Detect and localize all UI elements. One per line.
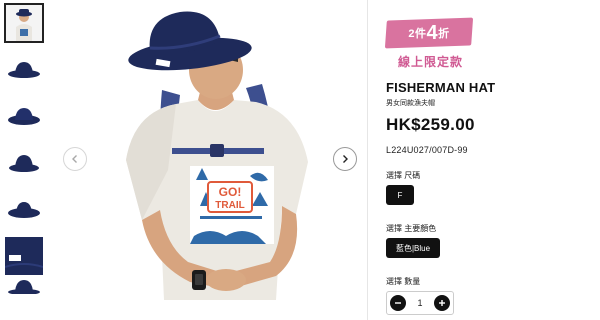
plus-icon xyxy=(438,300,445,306)
minus-icon xyxy=(395,302,401,304)
product-info-panel: 2件4折 線上限定款 FISHERMAN HAT 男女同款漁夫帽 HK$259.… xyxy=(368,0,600,320)
chevron-left-icon xyxy=(72,155,77,163)
thumbnail-list xyxy=(0,0,50,320)
quantity-label: 選擇 數量 xyxy=(386,277,421,286)
hat-top-thumbnail-icon xyxy=(8,202,40,218)
online-only-label: 線上限定款 xyxy=(398,55,464,69)
product-image-stage: GO! TRAIL xyxy=(50,0,368,320)
thumbnail-hat-side[interactable] xyxy=(4,49,44,89)
hat-side-thumbnail-icon xyxy=(8,62,40,78)
promo-badge: 2件4折 xyxy=(384,17,474,51)
quantity-value[interactable]: 1 xyxy=(417,298,422,308)
product-title: FISHERMAN HAT xyxy=(386,80,496,95)
quantity-stepper: 1 xyxy=(386,291,454,315)
thumbnail-hat-detail[interactable] xyxy=(4,236,44,276)
quantity-decrease-button[interactable] xyxy=(390,295,406,311)
thumbnail-model-photo[interactable] xyxy=(4,3,44,43)
promo-suffix: 折 xyxy=(438,28,450,40)
hat-detail-thumbnail-icon xyxy=(5,237,43,275)
product-price: HK$259.00 xyxy=(386,115,475,134)
promo-number: 4 xyxy=(426,22,439,44)
chevron-right-icon xyxy=(343,155,348,163)
previous-image-button[interactable] xyxy=(63,147,87,171)
color-label: 選擇 主要顏色 xyxy=(386,224,437,233)
promo-prefix: 2件 xyxy=(408,28,427,40)
quantity-increase-button[interactable] xyxy=(433,295,450,311)
size-option-button[interactable]: F xyxy=(386,185,414,205)
next-image-button[interactable] xyxy=(333,147,357,171)
thumbnail-hat-partial[interactable] xyxy=(4,280,44,294)
shirt-print-text-line1: GO! xyxy=(219,185,242,199)
thumbnail-hat-front[interactable] xyxy=(4,96,44,136)
hat-partial-thumbnail-icon xyxy=(8,280,40,294)
model-wearing-hat-photo: GO! TRAIL xyxy=(126,11,308,300)
model-photo-thumbnail-icon xyxy=(6,5,42,41)
shirt-print-text-line2: TRAIL xyxy=(215,200,244,211)
thumbnail-hat-back[interactable] xyxy=(4,143,44,183)
thumbnail-hat-top[interactable] xyxy=(4,189,44,229)
promo-text: 2件4折 xyxy=(386,20,472,47)
hat-front-thumbnail-icon xyxy=(8,108,40,125)
product-subtitle: 男女同款漁夫帽 xyxy=(386,100,435,107)
product-sku: L224U027/007D-99 xyxy=(386,145,468,155)
size-label: 選擇 尺碼 xyxy=(386,171,421,180)
hat-back-thumbnail-icon xyxy=(9,155,39,172)
color-option-button[interactable]: 藍色|Blue xyxy=(386,238,440,258)
